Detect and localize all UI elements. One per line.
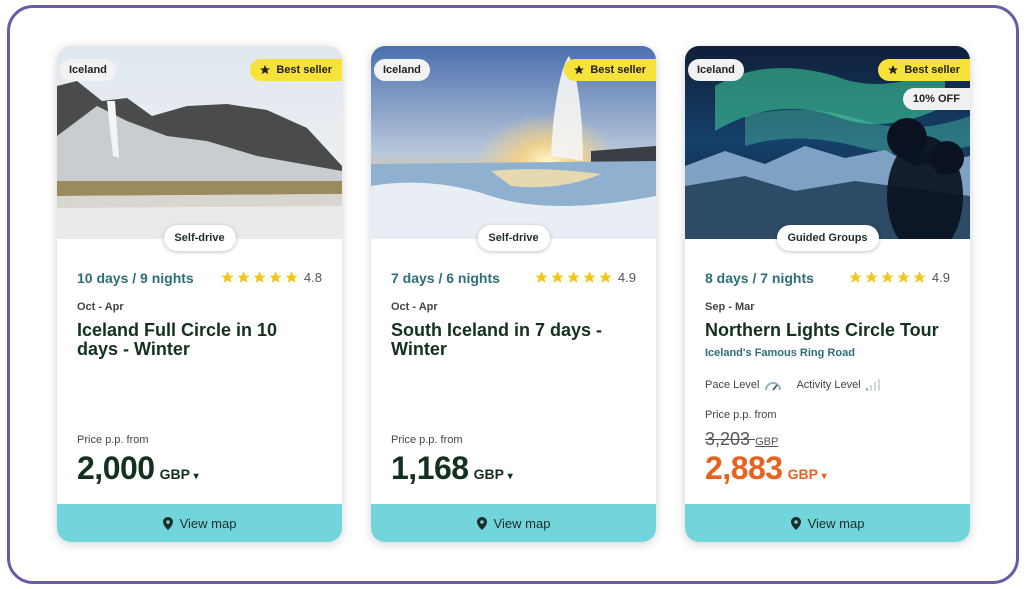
star-icon bbox=[260, 65, 271, 75]
original-price: 3,203 GBP bbox=[705, 429, 778, 450]
view-map-button[interactable]: View map bbox=[371, 504, 656, 542]
best-seller-label: Best seller bbox=[590, 64, 646, 76]
view-map-button[interactable]: View map bbox=[685, 504, 970, 542]
best-seller-label: Best seller bbox=[276, 64, 332, 76]
tour-image[interactable]: Iceland Best seller bbox=[57, 46, 342, 239]
country-tag: Iceland bbox=[688, 59, 744, 81]
pace-level-label: Pace Level bbox=[705, 379, 760, 391]
view-map-label: View map bbox=[179, 515, 237, 531]
star-icon bbox=[574, 65, 585, 75]
tour-image[interactable]: Iceland Best seller 10% OFF bbox=[685, 46, 970, 239]
star-icon bbox=[583, 271, 596, 283]
map-pin-icon bbox=[162, 516, 173, 530]
price: 2,000 GBP ▾ bbox=[77, 450, 199, 487]
rating-stars bbox=[848, 270, 927, 285]
tour-image[interactable]: Iceland Best seller bbox=[371, 46, 656, 239]
currency-label: GBP bbox=[159, 466, 190, 482]
tour-title[interactable]: Northern Lights Circle Tour bbox=[705, 321, 945, 340]
tour-duration: 7 days / 6 nights bbox=[391, 270, 500, 286]
chevron-down-icon: ▾ bbox=[507, 471, 513, 482]
tour-duration: 10 days / 9 nights bbox=[77, 270, 194, 286]
tour-card-2[interactable]: Iceland Best seller Self-drive 7 days / … bbox=[371, 46, 656, 542]
best-seller-badge: Best seller bbox=[564, 59, 656, 81]
star-icon bbox=[535, 271, 548, 283]
tour-type-pill: Self-drive bbox=[163, 225, 236, 251]
tour-title[interactable]: Iceland Full Circle in 10 days - Winter bbox=[77, 321, 317, 359]
original-price-value: 3,203 bbox=[705, 429, 751, 449]
tour-type-pill: Guided Groups bbox=[776, 225, 879, 251]
best-seller-badge: Best seller bbox=[878, 59, 970, 81]
rating-stars bbox=[534, 270, 613, 285]
tour-season: Sep - Mar bbox=[705, 301, 755, 313]
star-icon bbox=[881, 271, 894, 283]
star-icon bbox=[237, 271, 250, 283]
activity-level-label: Activity Level bbox=[796, 379, 861, 391]
tour-duration: 8 days / 7 nights bbox=[705, 270, 814, 286]
chevron-down-icon: ▾ bbox=[821, 471, 827, 482]
price: 2,883 GBP ▾ bbox=[705, 450, 827, 487]
activity-level: Activity Level bbox=[796, 379, 880, 391]
star-icon bbox=[551, 271, 564, 283]
price-label: Price p.p. from bbox=[391, 434, 463, 446]
best-seller-label: Best seller bbox=[904, 64, 960, 76]
pace-level: Pace Level bbox=[705, 379, 782, 391]
rating: 4.8 bbox=[220, 270, 322, 285]
discount-badge: 10% OFF bbox=[902, 88, 970, 110]
map-pin-icon bbox=[476, 516, 487, 530]
signal-bars-icon bbox=[865, 379, 880, 391]
price-label: Price p.p. from bbox=[705, 409, 777, 421]
map-pin-icon bbox=[790, 516, 801, 530]
price-value: 1,168 bbox=[391, 450, 469, 486]
star-icon bbox=[897, 271, 910, 283]
best-seller-badge: Best seller bbox=[250, 59, 342, 81]
rating-value: 4.9 bbox=[931, 270, 950, 285]
view-map-label: View map bbox=[807, 515, 865, 531]
tour-subtitle: Iceland's Famous Ring Road bbox=[705, 347, 855, 359]
tour-card-1[interactable]: Iceland Best seller Self-drive 10 days /… bbox=[57, 46, 342, 542]
currency-label: GBP bbox=[473, 466, 504, 482]
view-map-button[interactable]: View map bbox=[57, 504, 342, 542]
country-tag: Iceland bbox=[60, 59, 116, 81]
price: 1,168 GBP ▾ bbox=[391, 450, 513, 487]
tour-levels: Pace Level Activity Level bbox=[705, 379, 880, 391]
country-tag: Iceland bbox=[374, 59, 430, 81]
tour-card-3[interactable]: Iceland Best seller 10% OFF Guided Group… bbox=[685, 46, 970, 542]
rating: 4.9 bbox=[534, 270, 636, 285]
currency-selector[interactable]: GBP ▾ bbox=[474, 466, 513, 482]
star-icon bbox=[253, 271, 266, 283]
star-icon bbox=[599, 271, 612, 283]
rating: 4.9 bbox=[848, 270, 950, 285]
star-icon bbox=[913, 271, 926, 283]
original-price-currency: GBP bbox=[755, 436, 779, 448]
star-icon bbox=[888, 65, 899, 75]
view-map-label: View map bbox=[493, 515, 551, 531]
price-value: 2,000 bbox=[77, 450, 155, 486]
tour-season: Oct - Apr bbox=[391, 301, 438, 313]
star-icon bbox=[269, 271, 282, 283]
price-value: 2,883 bbox=[705, 450, 783, 486]
rating-value: 4.9 bbox=[617, 270, 636, 285]
tour-title[interactable]: South Iceland in 7 days - Winter bbox=[391, 321, 631, 359]
currency-selector[interactable]: GBP ▾ bbox=[160, 466, 199, 482]
currency-label: GBP bbox=[787, 466, 818, 482]
tour-season: Oct - Apr bbox=[77, 301, 124, 313]
currency-selector[interactable]: GBP ▾ bbox=[788, 466, 827, 482]
star-icon bbox=[567, 271, 580, 283]
star-icon bbox=[849, 271, 862, 283]
star-icon bbox=[865, 271, 878, 283]
star-icon bbox=[221, 271, 234, 283]
price-label: Price p.p. from bbox=[77, 434, 149, 446]
rating-stars bbox=[220, 270, 299, 285]
rating-value: 4.8 bbox=[303, 270, 322, 285]
tour-type-pill: Self-drive bbox=[477, 225, 550, 251]
gauge-icon bbox=[765, 381, 782, 390]
star-icon bbox=[285, 271, 298, 283]
chevron-down-icon: ▾ bbox=[193, 471, 199, 482]
